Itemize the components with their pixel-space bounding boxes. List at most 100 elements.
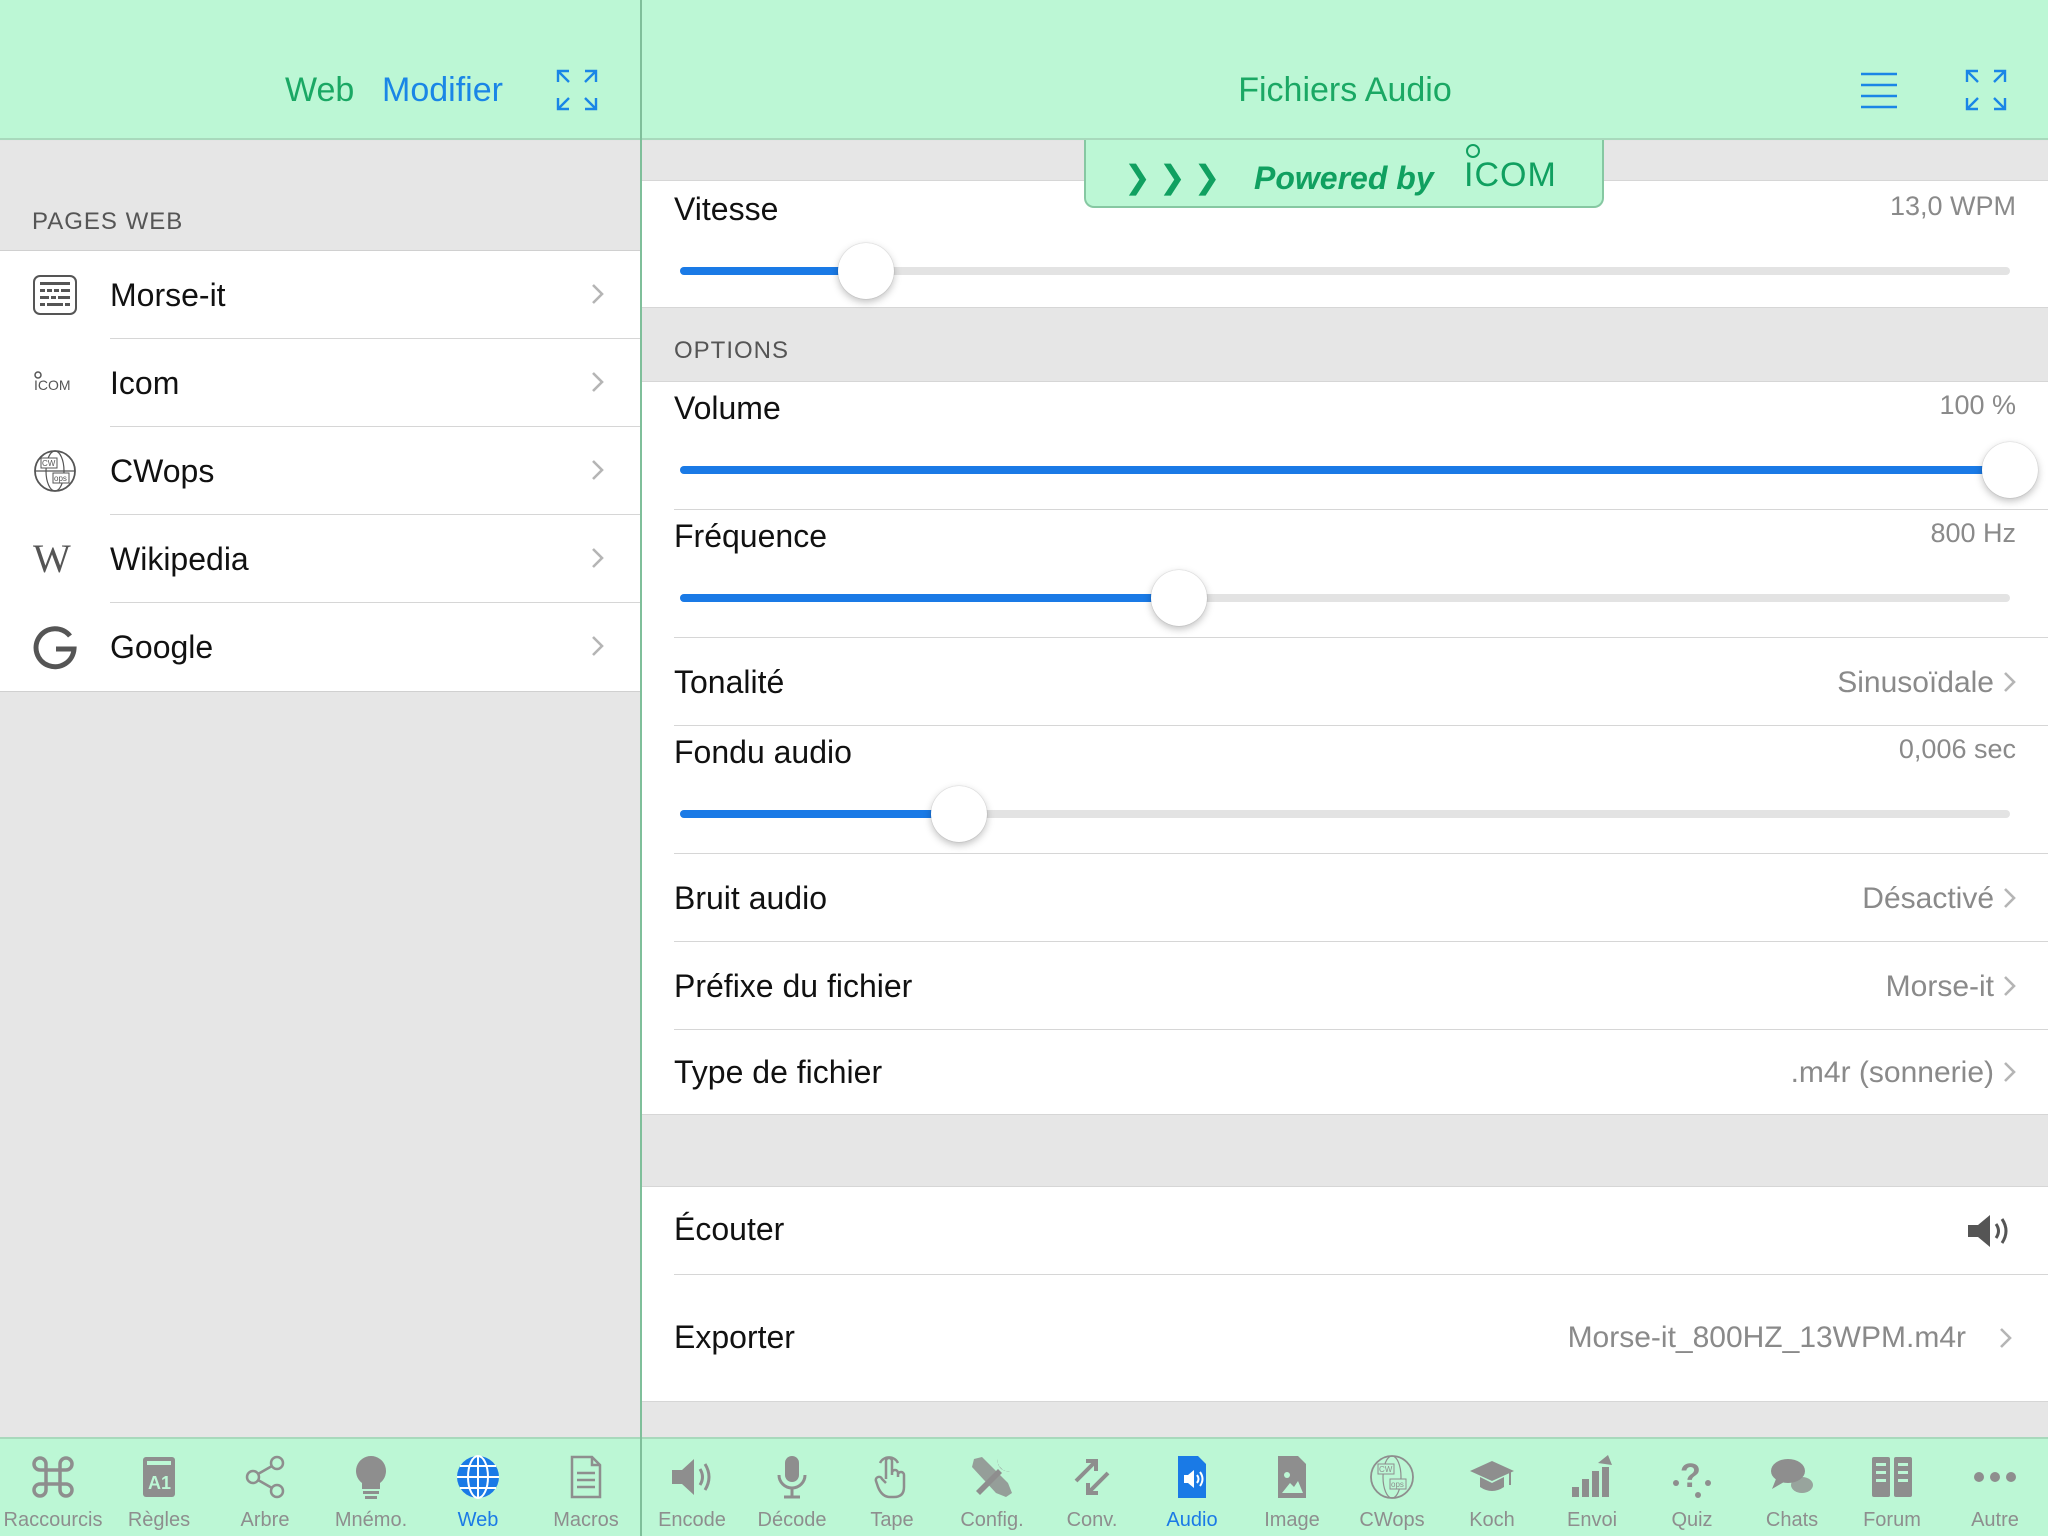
wikipedia-w-icon: W — [32, 536, 78, 582]
tab-koch[interactable]: Koch — [1442, 1439, 1542, 1536]
chevron-right-icon — [2000, 1328, 2012, 1348]
file-prefix-row[interactable]: Préfixe du fichier Morse-it — [642, 942, 2048, 1030]
list-item-wikipedia[interactable]: W Wikipedia — [0, 515, 640, 603]
chevron-right-icon — [592, 636, 604, 656]
tab-forum[interactable]: Forum — [1842, 1439, 1942, 1536]
options-group: Volume 100 % Fréquence 800 Hz Tonalité S… — [642, 381, 2048, 1115]
tab-envoi[interactable]: Envoi — [1542, 1439, 1642, 1536]
expand-icon[interactable] — [1964, 68, 2008, 112]
left-header-title: Web — [285, 71, 355, 109]
tab-quiz[interactable]: ? Quiz — [1642, 1439, 1742, 1536]
list-item-label: Morse-it — [110, 276, 226, 313]
frequency-slider[interactable] — [680, 570, 2010, 626]
svg-text:?: ? — [1680, 1457, 1701, 1495]
slider-thumb[interactable] — [1982, 442, 2038, 498]
forum-icon — [1872, 1457, 1912, 1497]
list-item-morse-it[interactable]: Morse-it — [0, 251, 640, 339]
tab-label: Raccourcis — [3, 1509, 103, 1531]
tab-label: Chats — [1765, 1509, 1819, 1531]
section-label-web-pages: PAGES WEB — [32, 208, 184, 235]
file-type-value: .m4r (sonnerie) — [1790, 1056, 1994, 1089]
speed-label: Vitesse — [674, 191, 779, 227]
tab-mnemo[interactable]: Mnémo. — [318, 1439, 424, 1536]
list-item-cwops[interactable]: CW ops CWops — [0, 427, 640, 515]
listen-label: Écouter — [674, 1211, 785, 1247]
rules-icon: A1 — [143, 1457, 175, 1497]
tab-chats[interactable]: Chats — [1742, 1439, 1842, 1536]
export-row[interactable]: Exporter Morse-it_800HZ_13WPM.m4r — [642, 1275, 2048, 1403]
powered-by-icom-banner[interactable]: ❯❯❯ Powered by ICOM — [1084, 140, 1604, 208]
tab-image[interactable]: Image — [1242, 1439, 1342, 1536]
noise-row[interactable]: Bruit audio Désactivé — [642, 854, 2048, 942]
file-prefix-label: Préfixe du fichier — [674, 968, 913, 1004]
list-item-icom[interactable]: ICOM Icom — [0, 339, 640, 427]
slider-thumb[interactable] — [1150, 570, 1207, 626]
keyboard-icon — [32, 272, 78, 318]
menu-icon[interactable] — [1857, 68, 1901, 112]
tab-label: Image — [1264, 1509, 1320, 1531]
fade-slider[interactable] — [680, 786, 2010, 842]
tab-cwops[interactable]: CW ops CW ops — [1342, 1439, 1442, 1536]
send-chart-icon — [1572, 1455, 1612, 1497]
tab-label: Arbre — [240, 1509, 290, 1531]
tab-web[interactable]: Web — [424, 1439, 532, 1536]
tab-decode[interactable]: Décode — [742, 1439, 842, 1536]
volume-slider[interactable] — [680, 442, 2038, 498]
volume-label: Volume — [674, 390, 781, 426]
chevron-right-icon — [592, 372, 604, 392]
tab-label: Encode — [658, 1509, 726, 1531]
volume-value: 100 % — [1939, 390, 2016, 420]
tab-bar-left: Raccourcis A1 Règles Arbre Mnémo. Web Ma… — [0, 1437, 640, 1536]
export-filename: Morse-it_800HZ_13WPM.m4r — [1567, 1321, 1966, 1354]
tab-arbre[interactable]: Arbre — [212, 1439, 318, 1536]
slider-thumb[interactable] — [931, 786, 988, 842]
tab-config[interactable]: Config. — [942, 1439, 1042, 1536]
expand-icon[interactable] — [555, 68, 599, 112]
google-g-icon — [32, 624, 78, 670]
slider-thumb[interactable] — [838, 243, 895, 299]
tab-macros[interactable]: Macros — [532, 1439, 640, 1536]
web-pages-list: Morse-it ICOM Icom CW ops CWops W Wikiped… — [0, 250, 640, 692]
list-item-label: CWops — [110, 452, 215, 489]
lightbulb-icon — [356, 1456, 386, 1499]
speaker-play-icon[interactable] — [1966, 1211, 2014, 1251]
more-icon — [1974, 1472, 2016, 1482]
export-label: Exporter — [674, 1319, 795, 1355]
file-type-row[interactable]: Type de fichier .m4r (sonnerie) — [642, 1030, 2048, 1116]
chevron-right-icon — [2004, 976, 2016, 996]
svg-text:ops: ops — [1391, 1480, 1404, 1489]
section-label-options: OPTIONS — [674, 337, 790, 364]
listen-row[interactable]: Écouter — [642, 1187, 2048, 1275]
edit-button[interactable]: Modifier — [382, 70, 503, 110]
quiz-icon: ? — [1673, 1457, 1711, 1498]
tab-regles[interactable]: A1 Règles — [106, 1439, 212, 1536]
tab-autre[interactable]: Autre — [1942, 1439, 2048, 1536]
tree-share-icon — [245, 1455, 285, 1499]
list-item-google[interactable]: Google — [0, 603, 640, 691]
tab-bar-right: Encode Décode Tape Config. Conv. Audio I… — [642, 1437, 2048, 1536]
tab-encode[interactable]: Encode — [642, 1439, 742, 1536]
speed-slider[interactable] — [680, 243, 2010, 299]
tab-label: Web — [457, 1509, 499, 1531]
chevron-right-icon — [2004, 888, 2016, 908]
page-title: Fichiers Audio — [1238, 71, 1452, 109]
tab-label: Décode — [757, 1509, 827, 1531]
tab-label: Mnémo. — [334, 1509, 408, 1531]
chat-bubbles-icon — [1771, 1459, 1813, 1493]
tonality-value: Sinusoïdale — [1837, 666, 1994, 699]
left-header: Web Modifier — [0, 0, 640, 140]
tab-conv[interactable]: Conv. — [1042, 1439, 1142, 1536]
tab-tape[interactable]: Tape — [842, 1439, 942, 1536]
globe-icon — [457, 1455, 499, 1499]
chevron-right-icon — [592, 548, 604, 568]
split-divider[interactable] — [640, 0, 642, 1536]
cwops-icon: CW ops — [1370, 1455, 1414, 1499]
command-icon — [32, 1456, 74, 1498]
tab-audio[interactable]: Audio — [1142, 1439, 1242, 1536]
speaker-icon — [672, 1459, 711, 1495]
svg-text:CW: CW — [42, 459, 56, 468]
icom-logo-icon: ICOM — [32, 360, 78, 406]
tonality-row[interactable]: Tonalité Sinusoïdale — [642, 638, 2048, 726]
tab-raccourcis[interactable]: Raccourcis — [0, 1439, 106, 1536]
svg-text:CW: CW — [1379, 1465, 1393, 1474]
